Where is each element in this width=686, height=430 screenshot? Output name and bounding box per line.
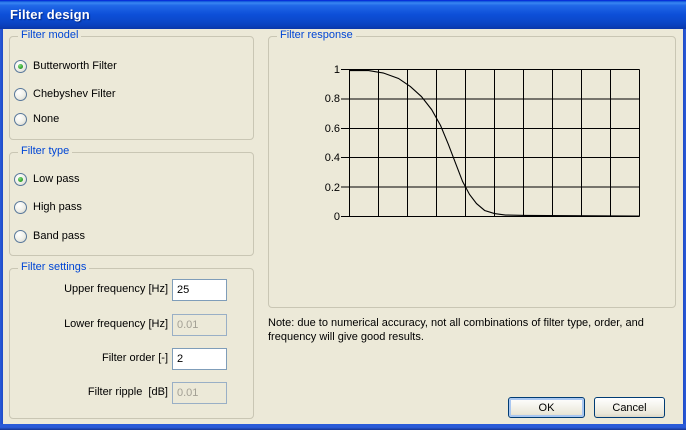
y-tick-label: 0.4 xyxy=(324,152,340,165)
filter-settings-group-title: Filter settings xyxy=(18,261,90,273)
radio-chebyshev-filter[interactable]: Chebyshev Filter xyxy=(14,87,116,101)
radio-icon xyxy=(14,87,27,101)
radio-high-pass[interactable]: High pass xyxy=(14,200,82,214)
filter-order-label: Filter order [-] xyxy=(101,352,168,364)
radio-label: High pass xyxy=(33,201,82,213)
window-border-left xyxy=(0,29,3,430)
upper-frequency-label: Upper frequency [Hz] xyxy=(64,283,168,295)
cancel-button[interactable]: Cancel xyxy=(594,397,665,418)
filter-response-curve xyxy=(341,69,640,217)
accuracy-note: Note: due to numerical accuracy, not all… xyxy=(268,317,644,343)
ok-button[interactable]: OK xyxy=(508,397,585,418)
radio-icon xyxy=(14,229,27,243)
filter-model-group-title: Filter model xyxy=(18,29,82,41)
plot-y-axis-labels: 1 0.8 0.6 0.4 0.2 0 xyxy=(296,63,342,225)
window-title: Filter design xyxy=(10,7,90,22)
window-border-bottom xyxy=(0,424,686,430)
y-tick-label: 0 xyxy=(333,211,340,223)
filter-design-dialog: Filter design Filter model Butterworth F… xyxy=(0,0,686,430)
filter-type-group-title: Filter type xyxy=(18,145,73,157)
lower-frequency-label: Lower frequency [Hz] xyxy=(64,318,168,330)
radio-label: Band pass xyxy=(33,230,85,242)
radio-low-pass[interactable]: Low pass xyxy=(14,172,79,186)
radio-label: Butterworth Filter xyxy=(33,60,117,72)
filter-response-group-title: Filter response xyxy=(277,29,356,41)
radio-label: Chebyshev Filter xyxy=(33,88,116,100)
radio-icon xyxy=(14,112,27,126)
y-tick-label: 0.8 xyxy=(324,93,340,106)
filter-order-input[interactable] xyxy=(172,348,227,370)
filter-response-plot xyxy=(341,69,641,218)
filter-ripple-input[interactable] xyxy=(172,382,227,404)
radio-band-pass[interactable]: Band pass xyxy=(14,229,85,243)
radio-icon xyxy=(14,200,27,214)
lower-frequency-input[interactable] xyxy=(172,314,227,336)
radio-icon xyxy=(14,172,27,186)
y-tick-label: 0.2 xyxy=(324,181,340,194)
radio-butterworth-filter[interactable]: Butterworth Filter xyxy=(14,59,117,73)
y-tick-label: 1 xyxy=(333,64,340,76)
radio-none[interactable]: None xyxy=(14,112,59,126)
radio-label: Low pass xyxy=(33,173,80,185)
titlebar[interactable]: Filter design xyxy=(0,0,686,29)
radio-label: None xyxy=(33,113,60,125)
y-tick-label: 0.6 xyxy=(324,122,340,135)
filter-ripple-label: Filter ripple [dB] xyxy=(87,386,168,398)
upper-frequency-input[interactable] xyxy=(172,279,227,301)
radio-icon xyxy=(14,59,27,73)
